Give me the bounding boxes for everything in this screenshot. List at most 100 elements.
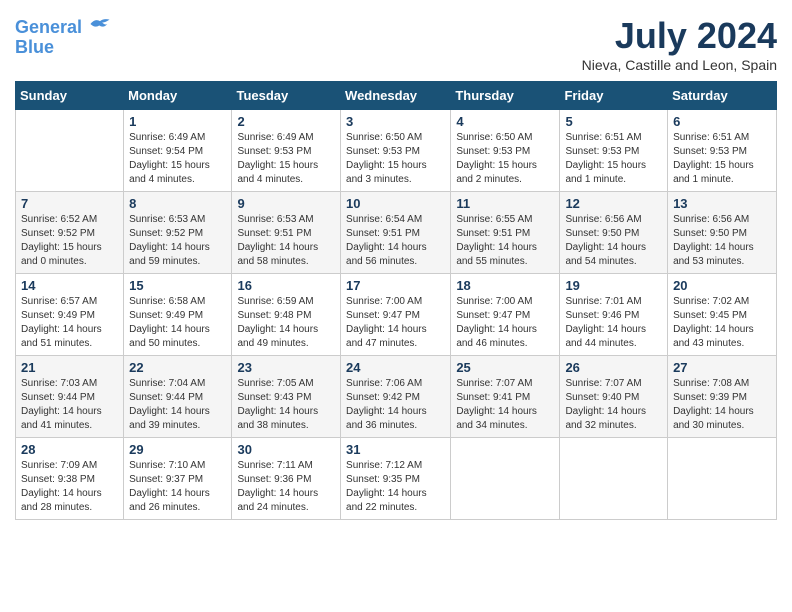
calendar-day-cell: 6 Sunrise: 6:51 AM Sunset: 9:53 PM Daylig… [668, 110, 777, 192]
calendar-day-cell: 5 Sunrise: 6:51 AM Sunset: 9:53 PM Daylig… [560, 110, 668, 192]
calendar-day-cell: 20 Sunrise: 7:02 AM Sunset: 9:45 PM Dayli… [668, 274, 777, 356]
day-info: Sunrise: 7:08 AM Sunset: 9:39 PM Dayligh… [673, 377, 771, 433]
day-number: 8 [129, 196, 226, 211]
day-number: 10 [346, 196, 445, 211]
calendar-week-row: 7 Sunrise: 6:52 AM Sunset: 9:52 PM Daylig… [16, 192, 777, 274]
day-number: 14 [21, 278, 118, 293]
day-number: 3 [346, 114, 445, 129]
calendar-day-cell: 7 Sunrise: 6:52 AM Sunset: 9:52 PM Daylig… [16, 192, 124, 274]
day-info: Sunrise: 6:49 AM Sunset: 9:53 PM Dayligh… [237, 131, 335, 187]
day-number: 28 [21, 442, 118, 457]
day-number: 25 [456, 360, 554, 375]
calendar-day-cell: 11Sunrise: 6:55 AM Sunset: 9:51 PM Dayli… [451, 192, 560, 274]
calendar-day-cell [16, 110, 124, 192]
day-number: 1 [129, 114, 226, 129]
calendar-day-cell: 10Sunrise: 6:54 AM Sunset: 9:51 PM Dayli… [341, 192, 451, 274]
calendar-day-cell: 13 Sunrise: 6:56 AM Sunset: 9:50 PM Dayli… [668, 192, 777, 274]
day-number: 22 [129, 360, 226, 375]
logo: General Blue [15, 15, 111, 58]
day-number: 30 [237, 442, 335, 457]
calendar-day-cell: 8 Sunrise: 6:53 AM Sunset: 9:52 PM Daylig… [124, 192, 232, 274]
calendar-day-cell: 25 Sunrise: 7:07 AM Sunset: 9:41 PM Dayli… [451, 356, 560, 438]
weekday-header-cell: Thursday [451, 82, 560, 110]
weekday-header-cell: Friday [560, 82, 668, 110]
day-number: 13 [673, 196, 771, 211]
day-info: Sunrise: 6:56 AM Sunset: 9:50 PM Dayligh… [565, 213, 662, 269]
day-info: Sunrise: 6:51 AM Sunset: 9:53 PM Dayligh… [673, 131, 771, 187]
day-number: 18 [456, 278, 554, 293]
logo-text-2: Blue [15, 38, 111, 58]
day-info: Sunrise: 7:03 AM Sunset: 9:44 PM Dayligh… [21, 377, 118, 433]
calendar-day-cell [668, 438, 777, 520]
calendar-day-cell: 29 Sunrise: 7:10 AM Sunset: 9:37 PM Dayli… [124, 438, 232, 520]
calendar-day-cell: 24Sunrise: 7:06 AM Sunset: 9:42 PM Dayli… [341, 356, 451, 438]
day-info: Sunrise: 7:12 AM Sunset: 9:35 PM Dayligh… [346, 459, 445, 515]
calendar-day-cell: 23 Sunrise: 7:05 AM Sunset: 9:43 PM Dayli… [232, 356, 341, 438]
day-number: 20 [673, 278, 771, 293]
day-info: Sunrise: 6:59 AM Sunset: 9:48 PM Dayligh… [237, 295, 335, 351]
calendar-day-cell [560, 438, 668, 520]
weekday-header-cell: Monday [124, 82, 232, 110]
day-number: 9 [237, 196, 335, 211]
day-number: 6 [673, 114, 771, 129]
day-number: 2 [237, 114, 335, 129]
location: Nieva, Castille and Leon, Spain [582, 57, 777, 73]
day-info: Sunrise: 7:09 AM Sunset: 9:38 PM Dayligh… [21, 459, 118, 515]
day-number: 5 [565, 114, 662, 129]
day-info: Sunrise: 6:53 AM Sunset: 9:51 PM Dayligh… [237, 213, 335, 269]
day-number: 21 [21, 360, 118, 375]
calendar-week-row: 14 Sunrise: 6:57 AM Sunset: 9:49 PM Dayli… [16, 274, 777, 356]
day-info: Sunrise: 7:10 AM Sunset: 9:37 PM Dayligh… [129, 459, 226, 515]
day-number: 27 [673, 360, 771, 375]
calendar-day-cell: 3 Sunrise: 6:50 AM Sunset: 9:53 PM Daylig… [341, 110, 451, 192]
weekday-header-cell: Tuesday [232, 82, 341, 110]
weekday-header-cell: Saturday [668, 82, 777, 110]
month-title: July 2024 [582, 15, 777, 57]
calendar-day-cell: 9 Sunrise: 6:53 AM Sunset: 9:51 PM Daylig… [232, 192, 341, 274]
calendar-day-cell: 28 Sunrise: 7:09 AM Sunset: 9:38 PM Dayli… [16, 438, 124, 520]
day-info: Sunrise: 6:56 AM Sunset: 9:50 PM Dayligh… [673, 213, 771, 269]
weekday-header-cell: Sunday [16, 82, 124, 110]
day-info: Sunrise: 6:58 AM Sunset: 9:49 PM Dayligh… [129, 295, 226, 351]
day-info: Sunrise: 7:11 AM Sunset: 9:36 PM Dayligh… [237, 459, 335, 515]
calendar-day-cell: 18 Sunrise: 7:00 AM Sunset: 9:47 PM Dayli… [451, 274, 560, 356]
day-number: 4 [456, 114, 554, 129]
calendar-day-cell: 12 Sunrise: 6:56 AM Sunset: 9:50 PM Dayli… [560, 192, 668, 274]
day-info: Sunrise: 7:05 AM Sunset: 9:43 PM Dayligh… [237, 377, 335, 433]
day-number: 17 [346, 278, 445, 293]
day-info: Sunrise: 6:50 AM Sunset: 9:53 PM Dayligh… [346, 131, 445, 187]
calendar-day-cell: 2 Sunrise: 6:49 AM Sunset: 9:53 PM Daylig… [232, 110, 341, 192]
day-info: Sunrise: 7:02 AM Sunset: 9:45 PM Dayligh… [673, 295, 771, 351]
page-header: General Blue July 2024 Nieva, Castille a… [15, 15, 777, 73]
day-info: Sunrise: 6:52 AM Sunset: 9:52 PM Dayligh… [21, 213, 118, 269]
day-info: Sunrise: 7:04 AM Sunset: 9:44 PM Dayligh… [129, 377, 226, 433]
calendar-day-cell: 30 Sunrise: 7:11 AM Sunset: 9:36 PM Dayli… [232, 438, 341, 520]
day-number: 15 [129, 278, 226, 293]
day-number: 7 [21, 196, 118, 211]
day-number: 23 [237, 360, 335, 375]
day-number: 29 [129, 442, 226, 457]
day-info: Sunrise: 6:50 AM Sunset: 9:53 PM Dayligh… [456, 131, 554, 187]
day-info: Sunrise: 7:00 AM Sunset: 9:47 PM Dayligh… [456, 295, 554, 351]
weekday-header-row: SundayMondayTuesdayWednesdayThursdayFrid… [16, 82, 777, 110]
logo-text: General [15, 15, 111, 38]
calendar-day-cell: 15 Sunrise: 6:58 AM Sunset: 9:49 PM Dayli… [124, 274, 232, 356]
day-info: Sunrise: 7:00 AM Sunset: 9:47 PM Dayligh… [346, 295, 445, 351]
calendar-week-row: 1 Sunrise: 6:49 AM Sunset: 9:54 PM Daylig… [16, 110, 777, 192]
day-info: Sunrise: 6:49 AM Sunset: 9:54 PM Dayligh… [129, 131, 226, 187]
day-info: Sunrise: 6:53 AM Sunset: 9:52 PM Dayligh… [129, 213, 226, 269]
day-info: Sunrise: 7:07 AM Sunset: 9:41 PM Dayligh… [456, 377, 554, 433]
calendar-day-cell: 21 Sunrise: 7:03 AM Sunset: 9:44 PM Dayli… [16, 356, 124, 438]
calendar-body: 1 Sunrise: 6:49 AM Sunset: 9:54 PM Daylig… [16, 110, 777, 520]
logo-bird-icon [89, 15, 111, 33]
calendar-day-cell: 16Sunrise: 6:59 AM Sunset: 9:48 PM Dayli… [232, 274, 341, 356]
calendar-day-cell: 19Sunrise: 7:01 AM Sunset: 9:46 PM Dayli… [560, 274, 668, 356]
calendar-day-cell: 14 Sunrise: 6:57 AM Sunset: 9:49 PM Dayli… [16, 274, 124, 356]
day-number: 12 [565, 196, 662, 211]
day-number: 26 [565, 360, 662, 375]
calendar-week-row: 21 Sunrise: 7:03 AM Sunset: 9:44 PM Dayli… [16, 356, 777, 438]
day-number: 11 [456, 196, 554, 211]
day-info: Sunrise: 6:57 AM Sunset: 9:49 PM Dayligh… [21, 295, 118, 351]
day-info: Sunrise: 6:51 AM Sunset: 9:53 PM Dayligh… [565, 131, 662, 187]
day-number: 24 [346, 360, 445, 375]
